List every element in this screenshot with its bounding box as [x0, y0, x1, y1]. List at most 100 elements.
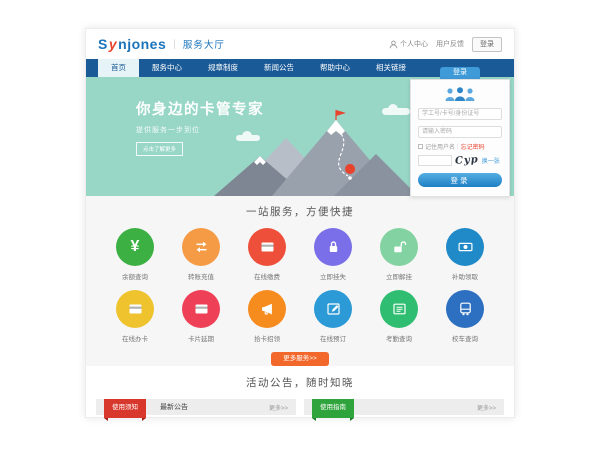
nav-item-home[interactable]: 首页	[98, 59, 139, 77]
service-label: 余额查询	[102, 271, 168, 281]
services-row-1: ¥ 余额查询 转账充值	[86, 228, 514, 281]
header-login-button[interactable]: 登录	[472, 37, 502, 52]
service-item-apply-card[interactable]: 在线办卡	[102, 290, 168, 343]
service-circle[interactable]: ¥	[116, 228, 154, 266]
brand-logo[interactable]: S y njones	[98, 36, 166, 52]
service-circle[interactable]	[248, 228, 286, 266]
service-item-subsidy[interactable]: 补助领取	[432, 228, 498, 281]
remember-row: 记住用户名 | 忘记密码	[418, 142, 502, 151]
service-circle[interactable]	[248, 290, 286, 328]
personal-center-link[interactable]: 个人中心	[389, 39, 428, 49]
feedback-link[interactable]: 用户反馈	[436, 39, 464, 49]
personal-center-label: 个人中心	[400, 39, 428, 49]
service-item-lost-found[interactable]: 拾卡招领	[234, 290, 300, 343]
announcements-title: 活动公告，随时知晓	[86, 375, 514, 390]
service-item-unfreeze[interactable]: 立即解挂	[366, 228, 432, 281]
service-item-payment[interactable]: 在线缴费	[234, 228, 300, 281]
service-item-balance[interactable]: ¥ 余额查询	[102, 228, 168, 281]
guide-more-link[interactable]: 更多>>	[477, 403, 496, 412]
transfer-icon	[193, 239, 210, 255]
service-circle[interactable]	[380, 228, 418, 266]
header-links: 个人中心 用户反馈 登录	[389, 37, 502, 52]
service-label: 卡片延期	[168, 333, 234, 343]
login-form: 记住用户名 | 忘记密码 Cyp 换一张 登录	[410, 79, 510, 197]
service-label: 校车查询	[432, 333, 498, 343]
nav-item-help-center[interactable]: 帮助中心	[307, 59, 363, 77]
service-label: 立即解挂	[366, 271, 432, 281]
lock-icon	[325, 239, 342, 255]
card-icon	[259, 239, 276, 255]
header: S y njones | 服务大厅 个人中心 用户反馈 登录	[86, 29, 514, 59]
usage-guide-ribbon[interactable]: 使用指南	[312, 399, 354, 418]
announcement-panels: 使用须知 最新公告 更多>> 使用指南 更多>>	[86, 399, 514, 415]
captcha-input[interactable]	[418, 155, 452, 166]
login-panel: 登录 记住用户名 | 忘记密码 Cyp 换一张	[410, 67, 510, 197]
service-item-card-renewal[interactable]: 卡片延期	[168, 290, 234, 343]
service-label: 立即挂失	[300, 271, 366, 281]
notice-more-link[interactable]: 更多>>	[269, 403, 288, 412]
service-label: 转账充值	[168, 271, 234, 281]
logo-suffix: njones	[118, 36, 166, 52]
separator: |	[457, 144, 459, 150]
login-submit-button[interactable]: 登录	[418, 173, 502, 187]
forgot-password-link[interactable]: 忘记密码	[461, 142, 485, 151]
service-item-booking[interactable]: 在线预订	[300, 290, 366, 343]
yen-icon: ¥	[131, 238, 140, 256]
edit-icon	[325, 301, 342, 317]
guide-panel: 使用指南 更多>>	[304, 399, 504, 415]
service-item-school-bus[interactable]: 校车查询	[432, 290, 498, 343]
list-icon	[391, 301, 408, 317]
nav-item-rules[interactable]: 规章制度	[195, 59, 251, 77]
service-circle[interactable]	[446, 228, 484, 266]
guide-panel-header: 使用指南 更多>>	[304, 399, 504, 415]
banknote-icon	[457, 239, 474, 255]
service-circle[interactable]	[314, 290, 352, 328]
bus-icon	[457, 301, 474, 317]
announcements-section: 活动公告，随时知晓 使用须知 最新公告 更多>> 使用指南 更多>>	[86, 366, 514, 415]
service-circle[interactable]	[182, 228, 220, 266]
password-input[interactable]	[418, 126, 502, 138]
usage-notice-ribbon[interactable]: 使用须知	[104, 399, 146, 418]
service-item-transfer[interactable]: 转账充值	[168, 228, 234, 281]
login-tab[interactable]: 登录	[440, 67, 480, 79]
service-label: 考勤查询	[366, 333, 432, 343]
service-label: 拾卡招领	[234, 333, 300, 343]
person-icon	[389, 40, 398, 49]
service-item-attendance[interactable]: 考勤查询	[366, 290, 432, 343]
captcha-image[interactable]: Cyp	[455, 154, 479, 167]
more-services-button[interactable]: 更多服务>>	[271, 352, 329, 366]
service-circle[interactable]	[380, 290, 418, 328]
service-circle[interactable]	[182, 290, 220, 328]
services-section: 一站服务，方便快捷 ¥ 余额查询 转账充值	[86, 196, 514, 366]
remember-label: 记住用户名	[425, 142, 455, 151]
service-item-report-loss[interactable]: 立即挂失	[300, 228, 366, 281]
logo-accent: y	[109, 36, 117, 52]
services-row-2: 在线办卡 卡片延期 拾卡招领	[86, 290, 514, 343]
nav-item-service-center[interactable]: 服务中心	[139, 59, 195, 77]
latest-news-tab[interactable]: 最新公告	[160, 402, 188, 412]
megaphone-icon	[259, 301, 276, 317]
hero-cta-button[interactable]: 点击了解更多	[136, 142, 183, 156]
notice-panel-header: 使用须知 最新公告 更多>>	[96, 399, 296, 415]
hero-text: 你身边的卡管专家 提供服务一步到位 点击了解更多	[136, 98, 264, 156]
users-icon	[443, 86, 477, 102]
logo-prefix: S	[98, 36, 108, 52]
captcha-refresh-link[interactable]: 换一张	[482, 156, 500, 165]
nav-item-news[interactable]: 新闻公告	[251, 59, 307, 77]
service-circle[interactable]	[446, 290, 484, 328]
hero-banner: 你身边的卡管专家 提供服务一步到位 点击了解更多 登录 记住用户名 | 忘记密码	[86, 77, 514, 196]
page-container: S y njones | 服务大厅 个人中心 用户反馈 登录 首页 服务中心 规…	[85, 28, 515, 418]
hero-title: 你身边的卡管专家	[136, 98, 264, 119]
unlock-icon	[391, 239, 408, 255]
service-label: 在线预订	[300, 333, 366, 343]
service-circle[interactable]	[314, 228, 352, 266]
service-label: 在线缴费	[234, 271, 300, 281]
logo-divider: |	[173, 39, 176, 50]
notice-panel: 使用须知 最新公告 更多>>	[96, 399, 296, 415]
service-label: 补助领取	[432, 271, 498, 281]
card-icon	[193, 301, 210, 317]
remember-checkbox[interactable]	[418, 144, 423, 149]
account-input[interactable]	[418, 108, 502, 120]
service-label: 在线办卡	[102, 333, 168, 343]
service-circle[interactable]	[116, 290, 154, 328]
